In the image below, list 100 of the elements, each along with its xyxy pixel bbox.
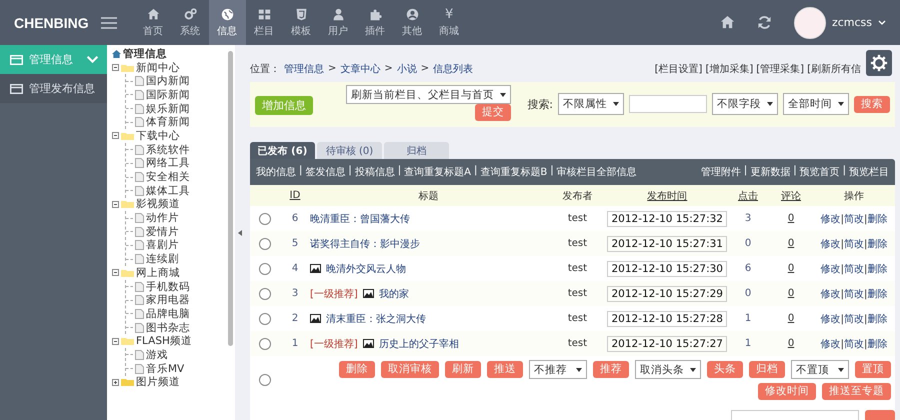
nav-tab[interactable]: 信息 [208, 0, 246, 45]
column-header[interactable]: ID [290, 190, 300, 201]
comments-link[interactable]: 0 [788, 213, 794, 224]
tree-item[interactable]: 下载中心 [136, 128, 180, 143]
collapse-icon[interactable] [112, 338, 119, 345]
tab[interactable]: 待审核 (0) [317, 142, 382, 159]
time-field[interactable]: 2012-12-10 15:27:27 [607, 336, 727, 352]
row-radio[interactable] [259, 238, 271, 250]
action-select[interactable]: 不推荐 [529, 360, 587, 379]
nav-tab[interactable]: ¥ 商城 [430, 0, 468, 45]
action-link[interactable]: 删除 [867, 288, 888, 300]
tree-item[interactable]: 影视频道 [136, 197, 180, 212]
action-link[interactable]: 简改 [844, 288, 864, 300]
action-link[interactable]: 简改 [844, 264, 864, 274]
tree-item[interactable]: 连续剧 [146, 252, 179, 266]
tool-link[interactable]: 预览首页 [800, 165, 840, 179]
comments-link[interactable]: 0 [788, 313, 794, 324]
tree-item[interactable]: 动作片 [146, 211, 179, 226]
tree-item[interactable]: 喜剧片 [146, 238, 179, 252]
filter-link[interactable]: 审核栏目全部信息 [556, 165, 637, 179]
comments-link[interactable]: 0 [788, 238, 794, 249]
caret-icon[interactable] [878, 20, 886, 26]
time-field[interactable]: 2012-12-10 15:27:31 [607, 236, 727, 252]
action-select[interactable]: 取消头条 [635, 360, 701, 379]
comments-link[interactable]: 0 [788, 288, 794, 299]
collapse-icon[interactable] [112, 269, 119, 276]
row-radio[interactable] [259, 312, 271, 324]
tool-link[interactable]: 更新数据 [750, 165, 790, 179]
field-select[interactable]: 不限字段 [712, 93, 778, 115]
tree-item[interactable]: 娱乐新闻 [146, 102, 190, 116]
tree-item[interactable]: 游戏 [146, 348, 168, 362]
tool-link[interactable]: 预览栏目 [849, 165, 889, 179]
action-link[interactable]: 简改 [844, 338, 864, 350]
nav-tab[interactable]: 插件 [356, 0, 394, 45]
breadcrumb-link[interactable]: 信息列表 [433, 62, 474, 76]
search-field[interactable] [629, 95, 707, 113]
action-link[interactable]: 删除 [867, 264, 888, 274]
title-link[interactable]: 清末重臣：张之洞大传 [326, 312, 426, 326]
action-link[interactable]: 简改 [844, 314, 864, 324]
time-field[interactable]: 2012-12-10 15:27:29 [607, 286, 727, 302]
tree-item[interactable]: 图书杂志 [146, 320, 190, 335]
scrollbar[interactable] [228, 51, 233, 346]
header-link[interactable]: [管理采集] [756, 62, 804, 76]
title-link[interactable]: 我的家 [378, 286, 409, 300]
action-select[interactable]: 不置顶 [791, 360, 849, 379]
filter-link[interactable]: 查询重复标题B [480, 165, 548, 179]
time-field[interactable]: 2012-12-10 15:27:32 [607, 210, 727, 226]
row-radio[interactable] [259, 212, 271, 224]
nav-tab[interactable]: 栏目 [246, 0, 283, 45]
filter-link[interactable]: 投稿信息 [354, 165, 395, 179]
nav-tab[interactable]: 首页 [134, 0, 172, 45]
row-radio[interactable] [259, 288, 271, 300]
collapse-icon[interactable] [112, 200, 119, 208]
action-link[interactable]: 简改 [844, 214, 864, 224]
tree-item[interactable]: 体育新闻 [146, 115, 190, 130]
time-select[interactable]: 全部时间 [783, 93, 849, 115]
action-link[interactable]: 删除 [867, 314, 888, 324]
brand-logo[interactable]: CHENBING [14, 14, 89, 30]
select-all-radio[interactable] [259, 374, 271, 386]
header-link[interactable]: [栏目设置] [654, 62, 702, 76]
tree-item[interactable]: 国际新闻 [146, 88, 190, 102]
tree-item[interactable]: 品牌电脑 [146, 306, 190, 321]
tree-item[interactable]: 国内新闻 [146, 74, 190, 88]
user-name[interactable]: zcmcss [832, 16, 872, 29]
tree-item[interactable]: 图片频道 [136, 375, 180, 390]
time-field[interactable]: 2012-12-10 15:27:30 [607, 260, 727, 276]
comments-link[interactable]: 0 [788, 263, 794, 274]
action-link[interactable]: 修改 [820, 338, 841, 350]
avatar[interactable] [794, 6, 826, 38]
header-link[interactable]: [刷新所有信 [807, 62, 861, 76]
refresh-select[interactable]: 刷新当前栏目、父栏目与首页 [346, 85, 511, 104]
action-link[interactable]: 删除 [867, 338, 888, 350]
action-link[interactable]: 修改 [820, 264, 841, 274]
tab[interactable]: 归档 [384, 142, 449, 159]
tree-item[interactable]: 爱情片 [146, 224, 179, 239]
time-field[interactable]: 2012-12-10 15:27:28 [607, 310, 727, 326]
sidebar-item[interactable]: 管理发布信息 [0, 74, 107, 103]
refresh-icon[interactable] [756, 15, 772, 30]
nav-tab[interactable]: 用户 [320, 0, 357, 45]
action-link[interactable]: 删除 [867, 238, 888, 250]
tree-root[interactable]: 管理信息 [123, 46, 167, 61]
tree-item[interactable]: 音乐MV [146, 362, 184, 376]
comments-link[interactable]: 0 [788, 338, 794, 349]
action-link[interactable]: 修改 [820, 314, 841, 324]
title-link[interactable]: 晚清重臣：曾国藩大传 [310, 212, 410, 226]
tree-item[interactable]: 媒体工具 [146, 184, 190, 198]
title-link[interactable]: 晚清外交风云人物 [326, 262, 406, 276]
header-link[interactable]: [增加采集] [705, 62, 754, 76]
action-link[interactable]: 修改 [820, 288, 841, 300]
settings-icon[interactable] [866, 50, 892, 76]
tree-item[interactable]: 网上商城 [136, 266, 180, 280]
tool-link[interactable]: 管理附件 [700, 165, 741, 179]
menu-icon[interactable] [100, 16, 117, 28]
home-icon[interactable] [720, 15, 735, 30]
column-header[interactable]: 发布时间 [647, 190, 688, 202]
breadcrumb-link[interactable]: 小说 [396, 62, 417, 76]
action-link[interactable]: 删除 [867, 214, 888, 224]
nav-tab[interactable]: 其他 [394, 0, 431, 45]
action-link[interactable]: 修改 [820, 238, 841, 250]
action-link[interactable]: 简改 [844, 238, 864, 250]
